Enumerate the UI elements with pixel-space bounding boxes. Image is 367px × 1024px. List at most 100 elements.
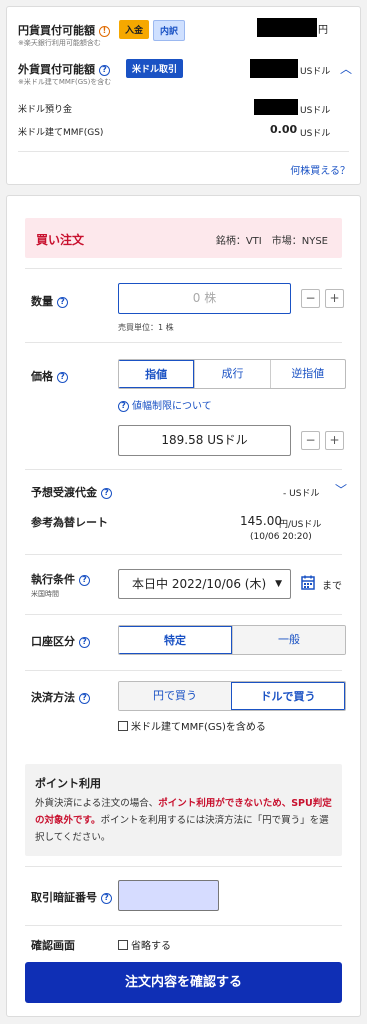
- divider: [25, 268, 342, 269]
- trade-pin-label-text: 取引暗証番号: [31, 891, 97, 904]
- checkbox-icon[interactable]: [118, 940, 128, 950]
- divider: [25, 866, 342, 867]
- skip-confirm-label: 省略する: [131, 941, 171, 952]
- breakdown-button[interactable]: 内訳: [153, 20, 186, 41]
- trade-pin-input[interactable]: [118, 880, 219, 911]
- help-icon[interactable]: ?: [79, 636, 90, 648]
- help-icon: ?: [118, 400, 129, 412]
- price-label: 価格?: [31, 368, 68, 384]
- jpy-balance-note: ※楽天銀行利用可能額含む: [18, 39, 101, 47]
- mmf-value: 0.00: [270, 123, 298, 136]
- exchange-rate-unit: 円/USドル: [279, 520, 322, 530]
- divider: [25, 469, 342, 470]
- usd-unit: USドル: [300, 67, 331, 77]
- jpy-balance-label-text: 円貨買付可能額: [18, 24, 95, 37]
- skip-confirm-checkbox[interactable]: 省略する: [118, 937, 171, 952]
- symbol-info: 銘柄：VTI 市場：NYSE: [215, 236, 328, 247]
- include-mmf-checkbox[interactable]: 米ドル建てMMF(GS)を含める: [118, 718, 266, 733]
- jpy-balance-label: 円貨買付可能額!: [18, 22, 110, 38]
- usd-deposit-label: 米ドル預り金: [18, 105, 73, 115]
- quantity-input[interactable]: 0 株: [118, 283, 291, 314]
- exchange-rate-time: (10/06 20:20): [250, 532, 312, 542]
- order-card: 買い注文 銘柄：VTI 市場：NYSE 数量? 0 株 − + 売買単位：1 株…: [6, 195, 361, 1017]
- price-type-market[interactable]: 成行: [194, 360, 269, 388]
- execution-condition-sub: 米国時間: [31, 590, 59, 598]
- mmf-label: 米ドル建てMMF(GS): [18, 128, 104, 138]
- jpy-balance-redacted: [257, 18, 317, 37]
- chevron-up-icon[interactable]: ︿: [340, 60, 352, 77]
- checkbox-icon[interactable]: [118, 721, 128, 731]
- confirm-order-button[interactable]: 注文内容を確認する: [25, 962, 342, 1003]
- usd-deposit-unit: USドル: [300, 106, 331, 116]
- execution-condition-select[interactable]: 本日中 2022/10/06 (木) ▼: [118, 569, 291, 599]
- chevron-down-icon[interactable]: ﹀: [335, 481, 347, 498]
- account-type-label: 口座区分?: [31, 633, 90, 649]
- estimated-amount-label-text: 予想受渡代金: [31, 486, 97, 499]
- account-type-general[interactable]: 一般: [232, 626, 345, 654]
- help-icon[interactable]: ?: [101, 487, 112, 499]
- price-type-limit[interactable]: 指値: [119, 360, 195, 388]
- account-type-selector: 特定 一般: [118, 625, 346, 655]
- trade-unit-note: 売買単位：1 株: [118, 323, 174, 332]
- help-icon[interactable]: ?: [101, 892, 112, 904]
- price-type-selector: 指値 成行 逆指値: [118, 359, 346, 389]
- dropdown-arrow-icon: ▼: [275, 579, 282, 589]
- how-many-shares-link[interactable]: 何株買える？: [290, 162, 350, 177]
- include-mmf-label: 米ドル建てMMF(GS)を含める: [131, 722, 266, 733]
- settlement-label: 決済方法?: [31, 689, 90, 705]
- settlement-selector: 円で買う ドルで買う: [118, 681, 346, 711]
- price-limit-link-text[interactable]: 値幅制限について: [132, 401, 212, 412]
- divider: [25, 614, 342, 615]
- order-header: 買い注文 銘柄：VTI 市場：NYSE: [25, 218, 342, 258]
- divider: [25, 925, 342, 926]
- quantity-decrement-button[interactable]: −: [301, 289, 320, 308]
- settlement-jpy[interactable]: 円で買う: [119, 682, 231, 710]
- price-input[interactable]: 189.58 USドル: [118, 425, 291, 456]
- confirm-screen-label: 確認画面: [31, 939, 75, 952]
- calendar-icon[interactable]: [301, 575, 315, 593]
- execution-until: まで: [322, 581, 342, 592]
- estimated-amount-label: 予想受渡代金?: [31, 484, 112, 500]
- help-icon[interactable]: ?: [79, 692, 90, 704]
- help-icon[interactable]: ?: [57, 296, 68, 308]
- trade-pin-label: 取引暗証番号?: [31, 889, 112, 905]
- settlement-usd[interactable]: ドルで買う: [231, 682, 345, 710]
- point-notice-box: ポイント利用 外貨決済による注文の場合、ポイント利用ができないため、SPU判定の…: [25, 764, 342, 856]
- jpy-unit: 円: [318, 25, 328, 36]
- usd-trade-button[interactable]: 米ドル取引: [126, 59, 184, 78]
- divider: [25, 670, 342, 671]
- quantity-label-text: 数量: [31, 295, 53, 308]
- estimated-amount-value: - USドル: [283, 489, 320, 499]
- exchange-rate-label: 参考為替レート: [31, 516, 108, 529]
- usd-balance-note: ※米ドル建てMMF(GS)を含む: [18, 78, 112, 86]
- price-limit-link[interactable]: ? 値幅制限について: [118, 397, 212, 412]
- balance-card: 円貨買付可能額! ※楽天銀行利用可能額含む 入金 内訳 円 外貨買付可能額? ※…: [6, 6, 361, 185]
- order-header-title: 買い注文: [36, 233, 85, 247]
- execution-condition-value: 本日中 2022/10/06 (木): [132, 577, 267, 591]
- divider: [25, 342, 342, 343]
- divider: [25, 554, 342, 555]
- help-icon[interactable]: ?: [99, 64, 110, 76]
- price-increment-button[interactable]: +: [325, 431, 344, 450]
- price-decrement-button[interactable]: −: [301, 431, 320, 450]
- price-type-stop[interactable]: 逆指値: [269, 360, 345, 388]
- point-notice-title: ポイント利用: [35, 777, 101, 790]
- usd-balance-redacted: [250, 59, 298, 78]
- deposit-button[interactable]: 入金: [119, 20, 150, 39]
- usd-balance-label-text: 外貨買付可能額: [18, 63, 95, 76]
- mmf-unit: USドル: [300, 129, 331, 139]
- usd-deposit-redacted: [254, 99, 298, 115]
- usd-balance-label: 外貨買付可能額?: [18, 61, 110, 77]
- price-label-text: 価格: [31, 370, 53, 383]
- settlement-label-text: 決済方法: [31, 691, 75, 704]
- exchange-rate-value: 145.00: [240, 514, 282, 528]
- help-icon[interactable]: ?: [79, 574, 90, 586]
- point-notice-text-1: 外貨決済による注文の場合、: [35, 798, 159, 809]
- quantity-label: 数量?: [31, 293, 68, 309]
- help-icon[interactable]: ?: [57, 371, 68, 383]
- info-icon[interactable]: !: [99, 25, 110, 37]
- account-type-label-text: 口座区分: [31, 635, 75, 648]
- account-type-specific[interactable]: 特定: [119, 626, 232, 654]
- execution-condition-label: 執行条件?: [31, 571, 90, 587]
- quantity-increment-button[interactable]: +: [325, 289, 344, 308]
